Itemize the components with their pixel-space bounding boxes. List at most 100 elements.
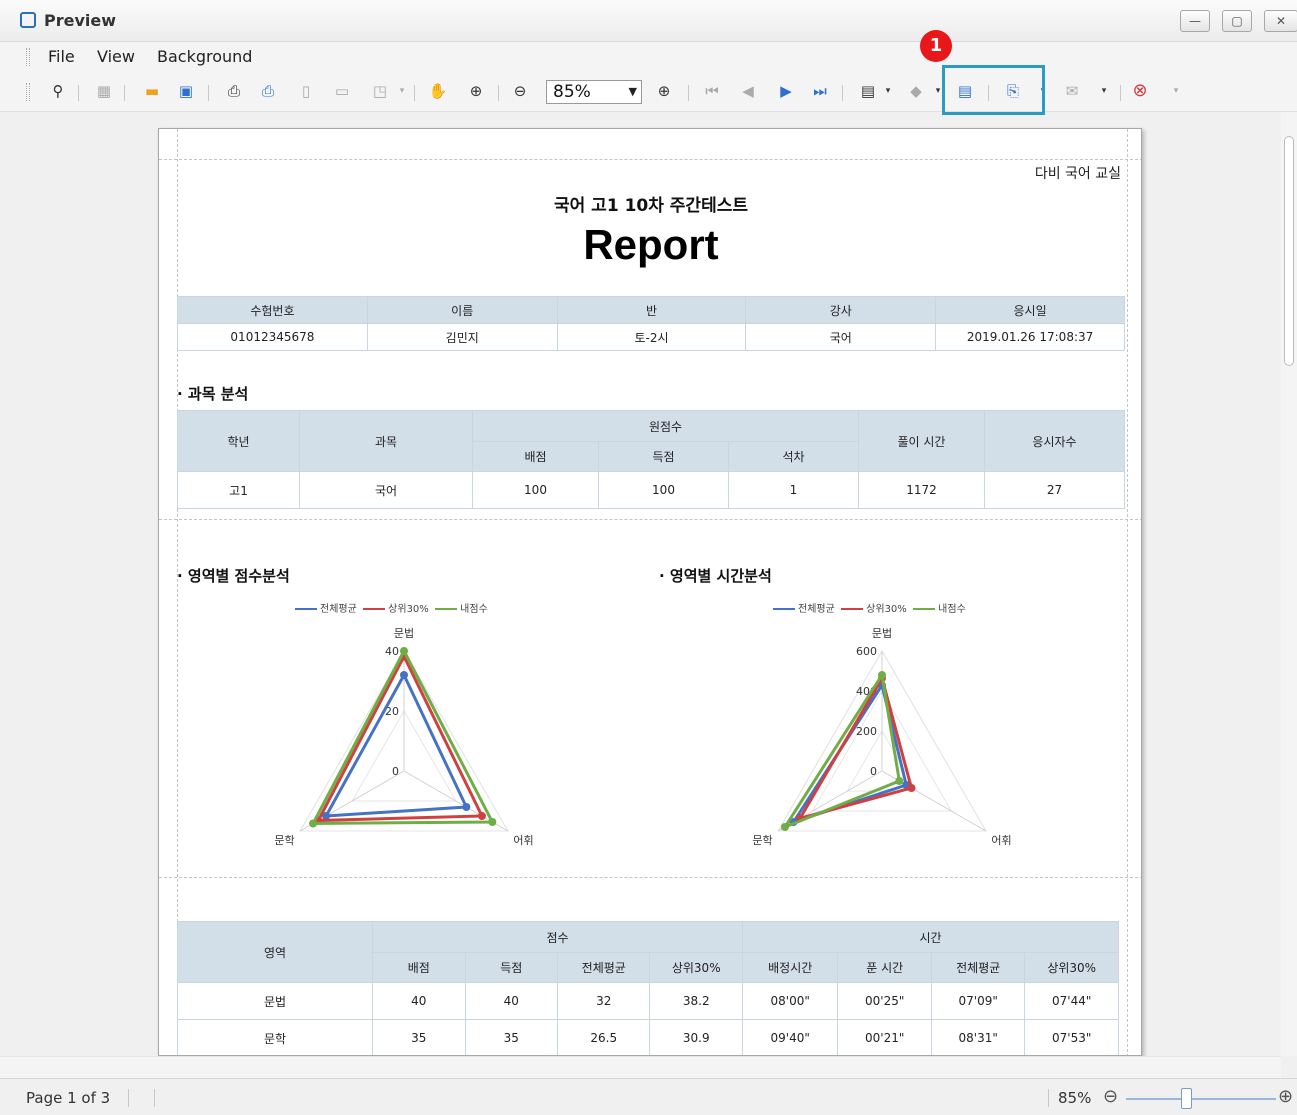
radar-point bbox=[309, 819, 318, 828]
radar-point bbox=[781, 823, 790, 831]
area-subheader: 배점 bbox=[372, 952, 466, 983]
quick-print-icon[interactable]: ⎙ bbox=[258, 80, 278, 102]
info-header: 강사 bbox=[745, 296, 937, 324]
mail-icon[interactable]: ✉ bbox=[1062, 80, 1082, 102]
legend-label: 상위30% bbox=[866, 604, 907, 615]
page-indicator: Page 1 of 3 bbox=[26, 1089, 111, 1107]
status-separator bbox=[154, 1089, 155, 1107]
preview-app-icon bbox=[20, 12, 36, 28]
last-page-icon[interactable]: ⏭ bbox=[810, 80, 830, 102]
maximize-button[interactable]: ▢ bbox=[1222, 10, 1252, 32]
toolbar-separator bbox=[498, 85, 499, 101]
legend-label: 내점수 bbox=[938, 604, 966, 615]
legend-label: 상위30% bbox=[388, 604, 429, 615]
area-subheader: 전체평균 bbox=[556, 952, 651, 983]
area-subheader: 상위30% bbox=[1024, 952, 1119, 983]
first-page-icon[interactable]: ⏮ bbox=[702, 80, 722, 102]
export-highlight-box bbox=[942, 65, 1045, 115]
analysis-header-score: 득점 bbox=[598, 441, 729, 472]
area-cell: 38.2 bbox=[649, 982, 743, 1020]
table-row: 문학 35 35 26.5 30.9 09'40" 00'21" 08'31" … bbox=[176, 1019, 1119, 1055]
zoom-out-icon[interactable]: ⊖ bbox=[1103, 1086, 1118, 1107]
area-cell: 32 bbox=[556, 982, 651, 1020]
area-header-area: 영역 bbox=[176, 921, 374, 983]
scrollbar-thumb[interactable] bbox=[1284, 136, 1294, 366]
legend-swatch bbox=[913, 608, 936, 610]
chevron-down-icon: ▼ bbox=[628, 85, 637, 98]
menu-file[interactable]: File bbox=[48, 47, 75, 66]
multipage-dropdown-icon[interactable]: ▾ bbox=[878, 80, 898, 102]
zoom-out-icon[interactable]: ⊖ bbox=[510, 80, 530, 102]
legend-swatch bbox=[773, 608, 795, 610]
legend-swatch bbox=[363, 608, 386, 610]
window-title: Preview bbox=[44, 11, 117, 30]
status-zoom-value: 85% bbox=[1058, 1089, 1092, 1107]
radar-point bbox=[907, 784, 916, 792]
save-icon[interactable]: ▣ bbox=[176, 80, 196, 102]
zoom-slider-track[interactable] bbox=[1126, 1098, 1276, 1100]
hand-icon[interactable]: ✋ bbox=[428, 80, 448, 102]
page-color-icon[interactable]: ◆ bbox=[906, 80, 926, 102]
radar-category-label: 문법 bbox=[394, 627, 414, 640]
magnifier-icon[interactable]: ⊕ bbox=[466, 80, 486, 102]
toolbar-separator bbox=[1120, 85, 1121, 101]
zoom-combo[interactable]: 85% ▼ bbox=[546, 80, 642, 104]
prev-page-icon[interactable]: ◀ bbox=[738, 80, 758, 102]
chart-title-time: · 영역별 시간분석 bbox=[659, 567, 772, 585]
printer-icon[interactable]: ⎙ bbox=[224, 80, 244, 102]
status-separator bbox=[1048, 1089, 1049, 1107]
time-radar-chart: 0200400600문법어휘문학 bbox=[752, 627, 1011, 847]
legend-swatch bbox=[295, 608, 317, 610]
horizontal-scrollbar[interactable] bbox=[0, 1056, 1281, 1078]
toolbar-separator bbox=[78, 85, 79, 101]
toolbar-separator bbox=[208, 85, 209, 101]
menu-background[interactable]: Background bbox=[157, 47, 252, 66]
area-cell: 35 bbox=[464, 1019, 559, 1055]
window-titlebar: Preview — ▢ ✕ bbox=[0, 0, 1297, 42]
parameters-icon[interactable]: ▦ bbox=[94, 80, 114, 102]
chart-legend-time: 전체평균 상위30% 내점수 bbox=[773, 600, 966, 615]
area-cell: 40 bbox=[372, 982, 466, 1020]
folder-icon[interactable]: ▬ bbox=[142, 80, 162, 102]
next-page-icon[interactable]: ▶ bbox=[776, 80, 796, 102]
scale-icon[interactable]: ◳ bbox=[370, 80, 390, 102]
status-bar: Page 1 of 3 85% ⊖ ⊕ bbox=[0, 1078, 1297, 1115]
info-value: 01012345678 bbox=[177, 323, 368, 351]
area-cell: 08'00" bbox=[741, 982, 839, 1020]
zoom-slider-thumb[interactable] bbox=[1181, 1088, 1192, 1109]
menu-bar: File View Background bbox=[0, 42, 1297, 72]
toolbar-separator bbox=[842, 85, 843, 101]
radar-point bbox=[878, 671, 886, 679]
zoom-in-icon[interactable]: ⊕ bbox=[1278, 1086, 1293, 1107]
info-value: 국어 bbox=[745, 323, 937, 351]
header-footer-icon[interactable]: ▭ bbox=[332, 80, 352, 102]
analysis-header-time: 풀이 시간 bbox=[858, 410, 985, 472]
menu-view[interactable]: View bbox=[97, 47, 135, 66]
area-cell: 문학 bbox=[176, 1019, 374, 1055]
legend-label: 전체평균 bbox=[798, 604, 835, 615]
page-setup-icon[interactable]: ▯ bbox=[296, 80, 316, 102]
scale-dropdown-icon[interactable]: ▾ bbox=[392, 80, 412, 102]
zoom-in-icon[interactable]: ⊕ bbox=[654, 80, 674, 102]
radar-point bbox=[895, 777, 904, 785]
radar-tick-label: 0 bbox=[392, 765, 399, 778]
analysis-header-max: 배점 bbox=[472, 441, 599, 472]
vertical-scrollbar[interactable] bbox=[1281, 112, 1297, 1056]
radar-category-label: 어휘 bbox=[991, 834, 1011, 847]
toolbar-overflow-icon[interactable]: ▾ bbox=[1166, 80, 1186, 102]
analysis-score: 100 bbox=[598, 471, 729, 509]
close-preview-icon[interactable]: ⊗ bbox=[1130, 80, 1150, 102]
mail-dropdown-icon[interactable]: ▾ bbox=[1094, 80, 1114, 102]
binoculars-icon[interactable]: ⚲ bbox=[48, 80, 68, 102]
area-subheader: 푼 시간 bbox=[837, 952, 932, 983]
radar-category-label: 문학 bbox=[274, 834, 294, 847]
academy-name: 다비 국어 교실 bbox=[1034, 166, 1121, 182]
student-info-table: 수험번호 이름 반 강사 응시일 01012345678 김민지 토-2시 국어… bbox=[177, 296, 1125, 351]
close-button[interactable]: ✕ bbox=[1264, 10, 1297, 32]
multipage-icon[interactable]: ▤ bbox=[858, 80, 878, 102]
toolbar-separator bbox=[414, 85, 415, 101]
minimize-button[interactable]: — bbox=[1180, 10, 1210, 32]
radar-category-label: 어휘 bbox=[513, 834, 533, 847]
area-cell: 40 bbox=[464, 982, 559, 1020]
area-header-time: 시간 bbox=[741, 921, 1120, 953]
